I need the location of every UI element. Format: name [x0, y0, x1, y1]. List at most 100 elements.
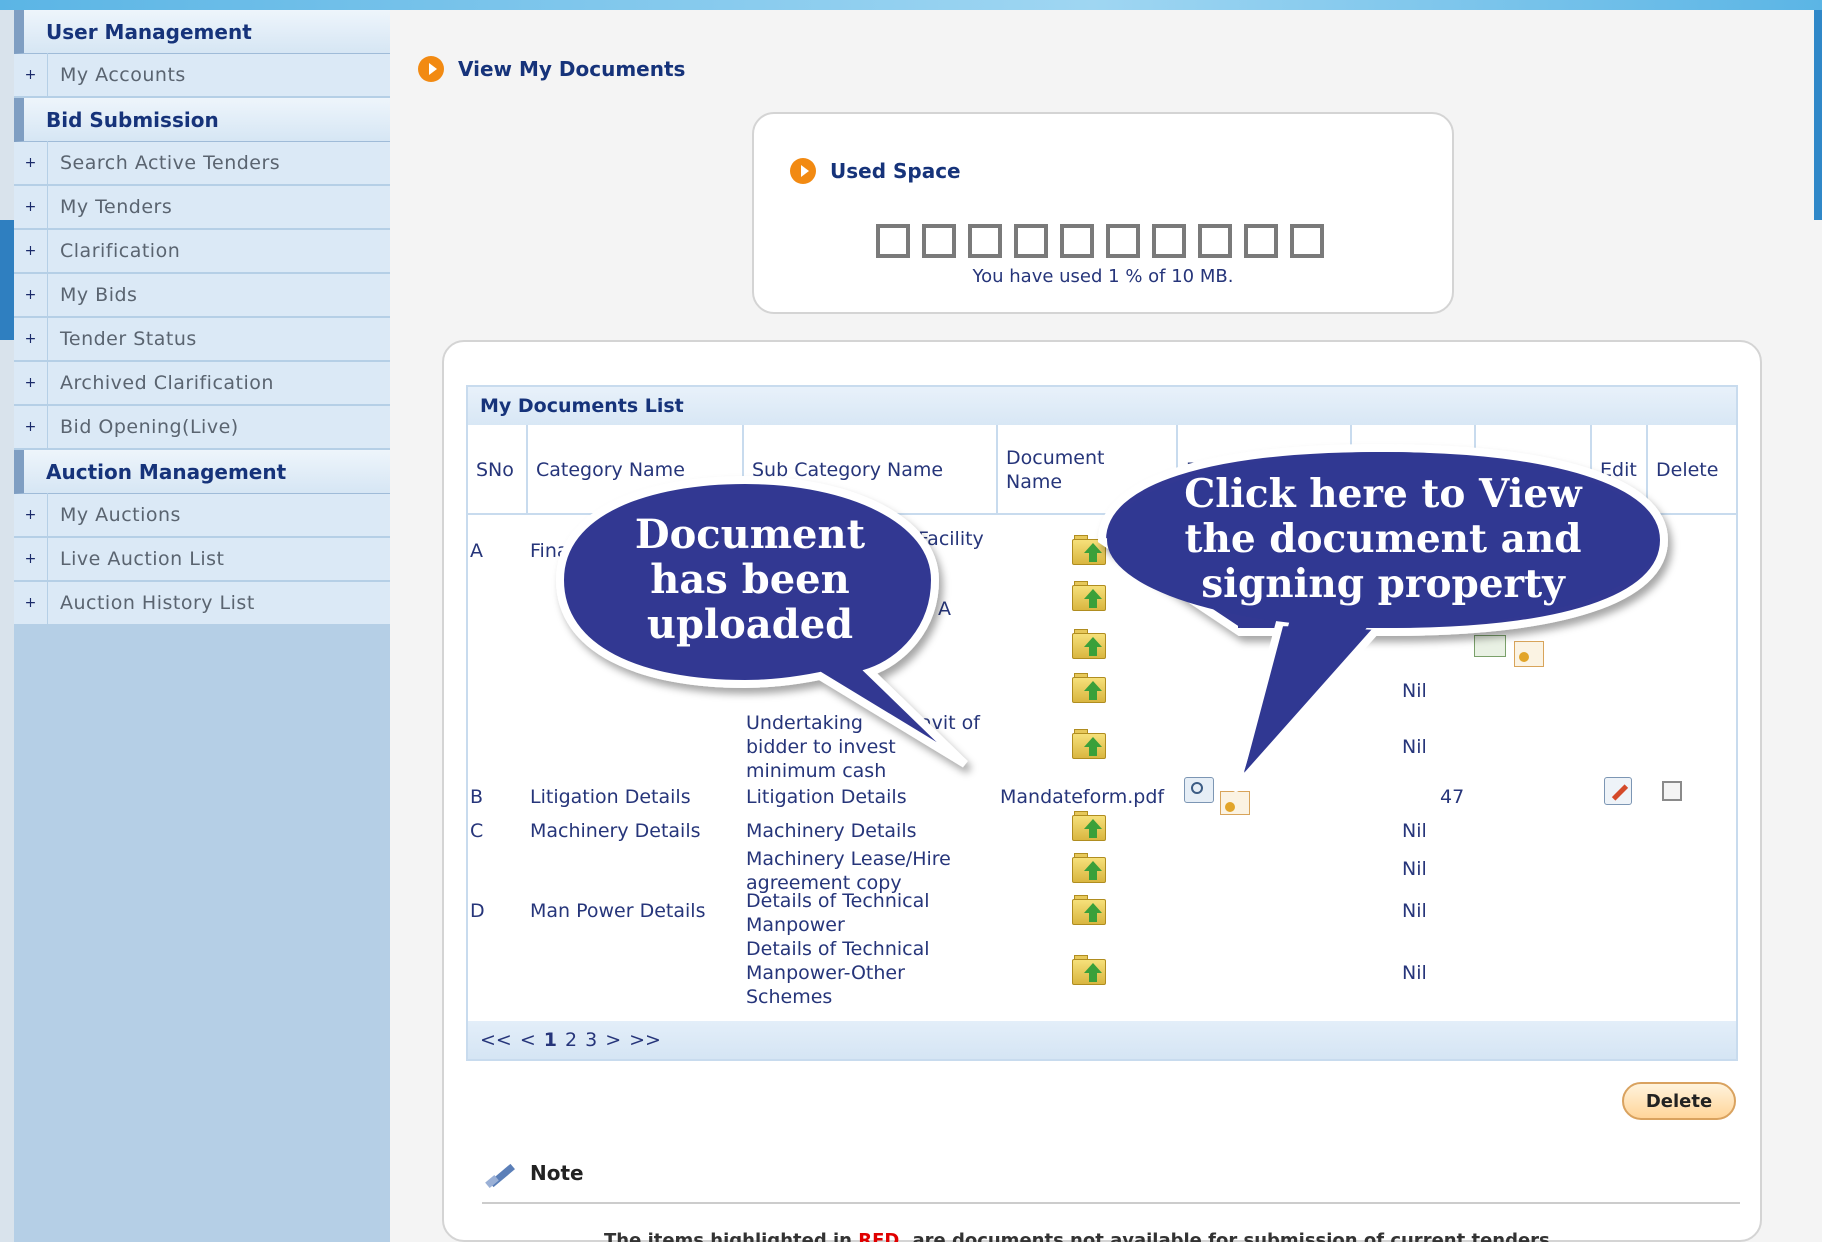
signature-property-icon[interactable] [1514, 641, 1544, 667]
certificate-icon[interactable] [1474, 635, 1506, 657]
sidebar-item-my-auctions[interactable]: + My Auctions [14, 493, 390, 538]
note-heading: Note [485, 1160, 584, 1189]
row-b-sub-category: Litigation Details [746, 786, 907, 808]
usage-box [1198, 224, 1232, 258]
row-b-sno: B [470, 786, 484, 808]
sidebar-item-my-tenders[interactable]: + My Tenders [14, 185, 390, 230]
sidebar-item-live-auction-list[interactable]: + Live Auction List [14, 537, 390, 582]
col-sub-category-name: Sub Category Name [744, 425, 998, 515]
plus-icon: + [14, 317, 48, 361]
usage-box [1060, 224, 1094, 258]
pagination: << < 1 2 3 > >> [468, 1021, 1736, 1059]
row-d-category: Man Power Details [530, 900, 706, 922]
sidebar-section-user-management: User Management [14, 10, 390, 54]
pager-page-3[interactable]: 3 [585, 1029, 597, 1051]
note-text-start: The items highlighted in [604, 1230, 859, 1242]
pencil-note-icon [485, 1160, 516, 1189]
callout-left-text: Document has been uploaded [570, 512, 930, 647]
edit-icon[interactable] [1604, 777, 1632, 805]
row-d-sub1-a: Details of Technical [746, 890, 930, 912]
usage-box [1106, 224, 1140, 258]
pager-next[interactable]: > [605, 1029, 621, 1051]
sidebar-item-archived-clarification[interactable]: + Archived Clarification [14, 361, 390, 406]
sidebar-item-my-accounts[interactable]: + My Accounts [14, 53, 390, 98]
pager-first[interactable]: << [480, 1029, 512, 1051]
sidebar-item-my-bids[interactable]: + My Bids [14, 273, 390, 318]
right-edge-strip [1814, 10, 1822, 220]
used-space-title: Used Space [830, 159, 961, 183]
row-b-category: Litigation Details [530, 786, 691, 808]
note-text-red: RED [858, 1230, 900, 1242]
row-a-sub-minimum: minimum cash [746, 760, 887, 782]
plus-icon: + [14, 273, 48, 317]
col-document-name-label: Document Name [1006, 447, 1105, 493]
row-d2-sub-a: Details of Technical [746, 938, 930, 960]
sidebar-item-auction-history-list[interactable]: + Auction History List [14, 581, 390, 626]
row-a-sub-bidder: bidder to invest [746, 736, 896, 758]
callout-left-line: uploaded [646, 601, 854, 648]
row-a-sub-undertaking: Undertaking [746, 712, 863, 734]
sidebar-section-bid-submission: Bid Submission [14, 98, 390, 142]
note-text: The items highlighted in RED, are docume… [604, 1230, 1557, 1242]
row-c-sub-category: Machinery Details [746, 820, 917, 842]
callout-right-line: the document and [1184, 516, 1582, 562]
top-gradient-bar [0, 0, 1822, 10]
row-a-nil: Nil [1402, 680, 1427, 702]
upload-folder-icon[interactable] [1070, 671, 1110, 705]
row-a-nil: Nil [1402, 736, 1427, 758]
upload-folder-icon[interactable] [1070, 727, 1110, 761]
plus-icon: + [14, 581, 48, 625]
pager-prev[interactable]: < [520, 1029, 536, 1051]
row-a-sub-a: A [938, 598, 951, 620]
sidebar-section-auction-management: Auction Management [14, 450, 390, 494]
divider [482, 1202, 1740, 1204]
orange-arrow-icon [418, 56, 444, 82]
pager-page-2[interactable]: 2 [565, 1029, 577, 1051]
row-c-sno: C [470, 820, 484, 842]
callout-right-text: Click here to View the document and sign… [1110, 472, 1656, 607]
sidebar: User Management + My Accounts Bid Submiss… [14, 10, 390, 1242]
usage-meter [876, 224, 1324, 258]
plus-icon: + [14, 141, 48, 185]
row-c-category: Machinery Details [530, 820, 701, 842]
row-d2-sub-b: Manpower-Other [746, 962, 905, 984]
row-a-sno: A [470, 540, 483, 562]
row-d-nil: Nil [1402, 900, 1427, 922]
page-heading: View My Documents [418, 56, 685, 82]
sidebar-item-clarification[interactable]: + Clarification [14, 229, 390, 274]
row-d2-nil: Nil [1402, 962, 1427, 984]
row-d2-sub-c: Schemes [746, 986, 833, 1008]
usage-box [922, 224, 956, 258]
plus-icon: + [14, 405, 48, 449]
plus-icon: + [14, 229, 48, 273]
pager-page-1: 1 [543, 1029, 557, 1051]
signing-property-icon[interactable] [1220, 791, 1250, 815]
plus-icon: + [14, 537, 48, 581]
upload-folder-icon[interactable] [1070, 627, 1110, 661]
upload-folder-icon[interactable] [1070, 809, 1110, 843]
sidebar-item-bid-opening-live[interactable]: + Bid Opening(Live) [14, 405, 390, 450]
delete-checkbox[interactable] [1662, 781, 1682, 801]
used-space-text: You have used 1 % of 10 MB. [972, 266, 1234, 287]
upload-folder-icon[interactable] [1070, 953, 1110, 987]
upload-folder-icon[interactable] [1070, 893, 1110, 927]
sidebar-item-search-active-tenders[interactable]: + Search Active Tenders [14, 141, 390, 186]
upload-folder-icon[interactable] [1070, 579, 1110, 613]
usage-box [1014, 224, 1048, 258]
row-d-sub1-b: Manpower [746, 914, 845, 936]
pager-last[interactable]: >> [629, 1029, 661, 1051]
upload-folder-icon[interactable] [1070, 533, 1110, 567]
delete-button[interactable]: Delete [1622, 1082, 1736, 1120]
orange-arrow-icon [790, 158, 816, 184]
callout-left-line: Document [634, 511, 866, 558]
view-document-icon[interactable] [1184, 777, 1214, 803]
upload-folder-icon[interactable] [1070, 851, 1110, 885]
col-category-name: Category Name [528, 425, 744, 515]
row-b-document-name[interactable]: Mandateform.pdf [1000, 785, 1164, 809]
usage-box [968, 224, 1002, 258]
plus-icon: + [14, 185, 48, 229]
sidebar-item-tender-status[interactable]: + Tender Status [14, 317, 390, 362]
usage-box [876, 224, 910, 258]
plus-icon: + [14, 53, 48, 97]
usage-box [1290, 224, 1324, 258]
